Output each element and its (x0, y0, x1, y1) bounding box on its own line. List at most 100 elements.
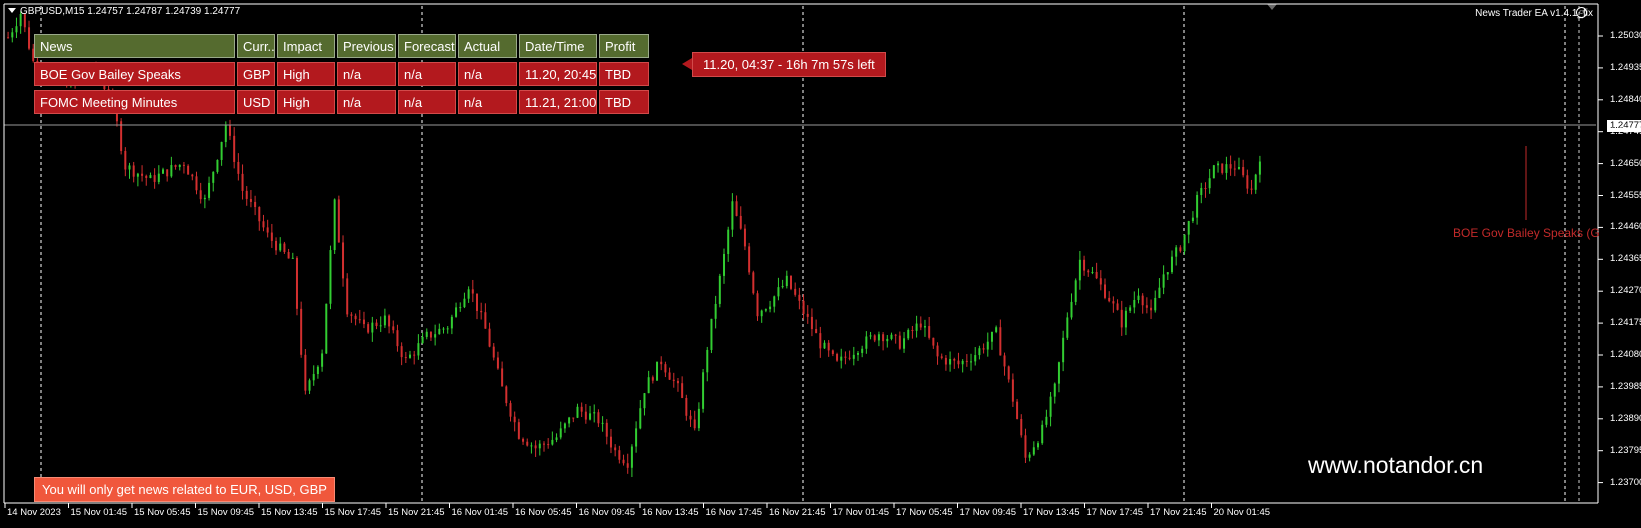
candle-body (869, 335, 872, 337)
time-tick-label: 17 Nov 13:45 (1023, 507, 1080, 518)
candle-body (630, 446, 633, 468)
candle-body (568, 417, 571, 424)
candle-body (325, 303, 328, 354)
price-tick-label: 1.24270 (1610, 285, 1641, 297)
candle-body (769, 306, 772, 310)
candle-body (388, 315, 391, 327)
row-1-impact: High (277, 62, 335, 86)
candle-body (434, 334, 437, 338)
candle-body (605, 422, 608, 437)
dropdown-icon[interactable] (8, 8, 16, 13)
smiley-icon[interactable]: ☺ (1576, 7, 1587, 18)
candle-body (601, 422, 604, 424)
candle-body (1150, 307, 1153, 311)
candle-body (622, 459, 625, 464)
column-header-currency[interactable]: Curr.. (237, 34, 275, 58)
time-tick-label: 15 Nov 01:45 (70, 507, 128, 518)
candle-body (216, 159, 219, 172)
candle-body (329, 250, 332, 304)
candle-body (120, 121, 123, 151)
candle-body (1208, 178, 1211, 189)
scroll-marker-icon[interactable] (1267, 4, 1277, 10)
candle-body (300, 308, 303, 355)
candle-body (802, 300, 805, 314)
countdown-callout: 11.20, 04:37 - 16h 7m 57s left (682, 52, 886, 77)
candle-body (450, 316, 453, 329)
candle-body (844, 356, 847, 358)
symbol-info-text: GBPUSD,M15 1.24757 1.24787 1.24739 1.247… (20, 6, 241, 17)
candle-body (224, 125, 227, 142)
candle-body (258, 207, 261, 222)
candle-body (760, 310, 763, 317)
time-tick-label: 16 Nov 09:45 (578, 507, 636, 518)
candle-body (882, 334, 885, 342)
candle-body (379, 325, 382, 327)
price-tick-label: 1.23700 (1610, 476, 1641, 488)
column-header-forecast[interactable]: Forecast (398, 34, 456, 58)
row-2-news[interactable]: FOMC Meeting Minutes (34, 90, 235, 114)
candle-body (358, 319, 361, 321)
candle-body (1170, 256, 1173, 273)
candle-body (233, 135, 236, 162)
time-tick-label: 15 Nov 09:45 (197, 507, 255, 518)
time-tick-label: 17 Nov 09:45 (959, 507, 1017, 518)
row-2-impact: High (277, 90, 335, 114)
candle-body (1007, 366, 1010, 380)
candle-body (974, 355, 977, 362)
candle-body (953, 359, 956, 361)
symbol-info: GBPUSD,M15 1.24757 1.24787 1.24739 1.247… (8, 6, 240, 17)
candle-body (819, 333, 822, 349)
candle-body (790, 275, 792, 289)
price-tick-label: 1.24650 (1610, 157, 1641, 169)
row-2-profit: TBD (599, 90, 649, 114)
candle-body (375, 322, 378, 326)
candle-body (915, 323, 918, 331)
candle-body (517, 422, 520, 439)
column-header-profit[interactable]: Profit (599, 34, 649, 58)
candle-body (944, 357, 947, 365)
candle-body (748, 246, 751, 273)
candle-body (1045, 416, 1048, 425)
candle-body (1258, 161, 1261, 175)
column-header-previous[interactable]: Previous (337, 34, 396, 58)
time-tick-label: 16 Nov 21:45 (769, 507, 826, 518)
row-1-datetime: 11.20, 20:45 (519, 62, 597, 86)
candle-body (542, 443, 545, 445)
candle-body (11, 32, 14, 38)
candle-body (823, 342, 826, 349)
candle-body (890, 334, 893, 339)
candle-body (1137, 295, 1140, 301)
candle-body (702, 372, 705, 409)
row-2-forecast: n/a (398, 90, 456, 114)
candle-body (764, 309, 767, 311)
candle-body (266, 227, 269, 233)
time-tick-label: 15 Nov 05:45 (134, 507, 191, 518)
candle-body (245, 190, 248, 199)
candle-body (492, 346, 495, 358)
candle-body (584, 411, 587, 420)
price-tick-label: 1.24935 (1610, 61, 1641, 73)
candle-body (484, 312, 487, 329)
column-header-news[interactable]: News (34, 34, 235, 58)
price-tick-label: 1.23985 (1610, 380, 1641, 392)
candle-body (1041, 424, 1044, 444)
candle-body (295, 257, 298, 309)
candle-body (1120, 309, 1123, 328)
candle-body (153, 175, 156, 182)
row-1-news[interactable]: BOE Gov Bailey Speaks (34, 62, 235, 86)
column-header-actual[interactable]: Actual (458, 34, 517, 58)
candle-body (1024, 435, 1027, 458)
column-header-datetime[interactable]: Date/Time (519, 34, 597, 58)
price-tick-label: 1.24555 (1610, 189, 1641, 201)
column-header-impact[interactable]: Impact (277, 34, 335, 58)
candle-body (308, 380, 311, 391)
row-2-actual: n/a (458, 90, 517, 114)
candle-body (609, 436, 612, 448)
candle-body (1074, 280, 1077, 302)
time-tick-label: 17 Nov 05:45 (896, 507, 953, 518)
candle-body (337, 199, 340, 243)
row-2-currency: USD (237, 90, 275, 114)
candle-body (505, 386, 508, 404)
candle-body (1078, 259, 1081, 281)
candle-body (982, 348, 985, 350)
